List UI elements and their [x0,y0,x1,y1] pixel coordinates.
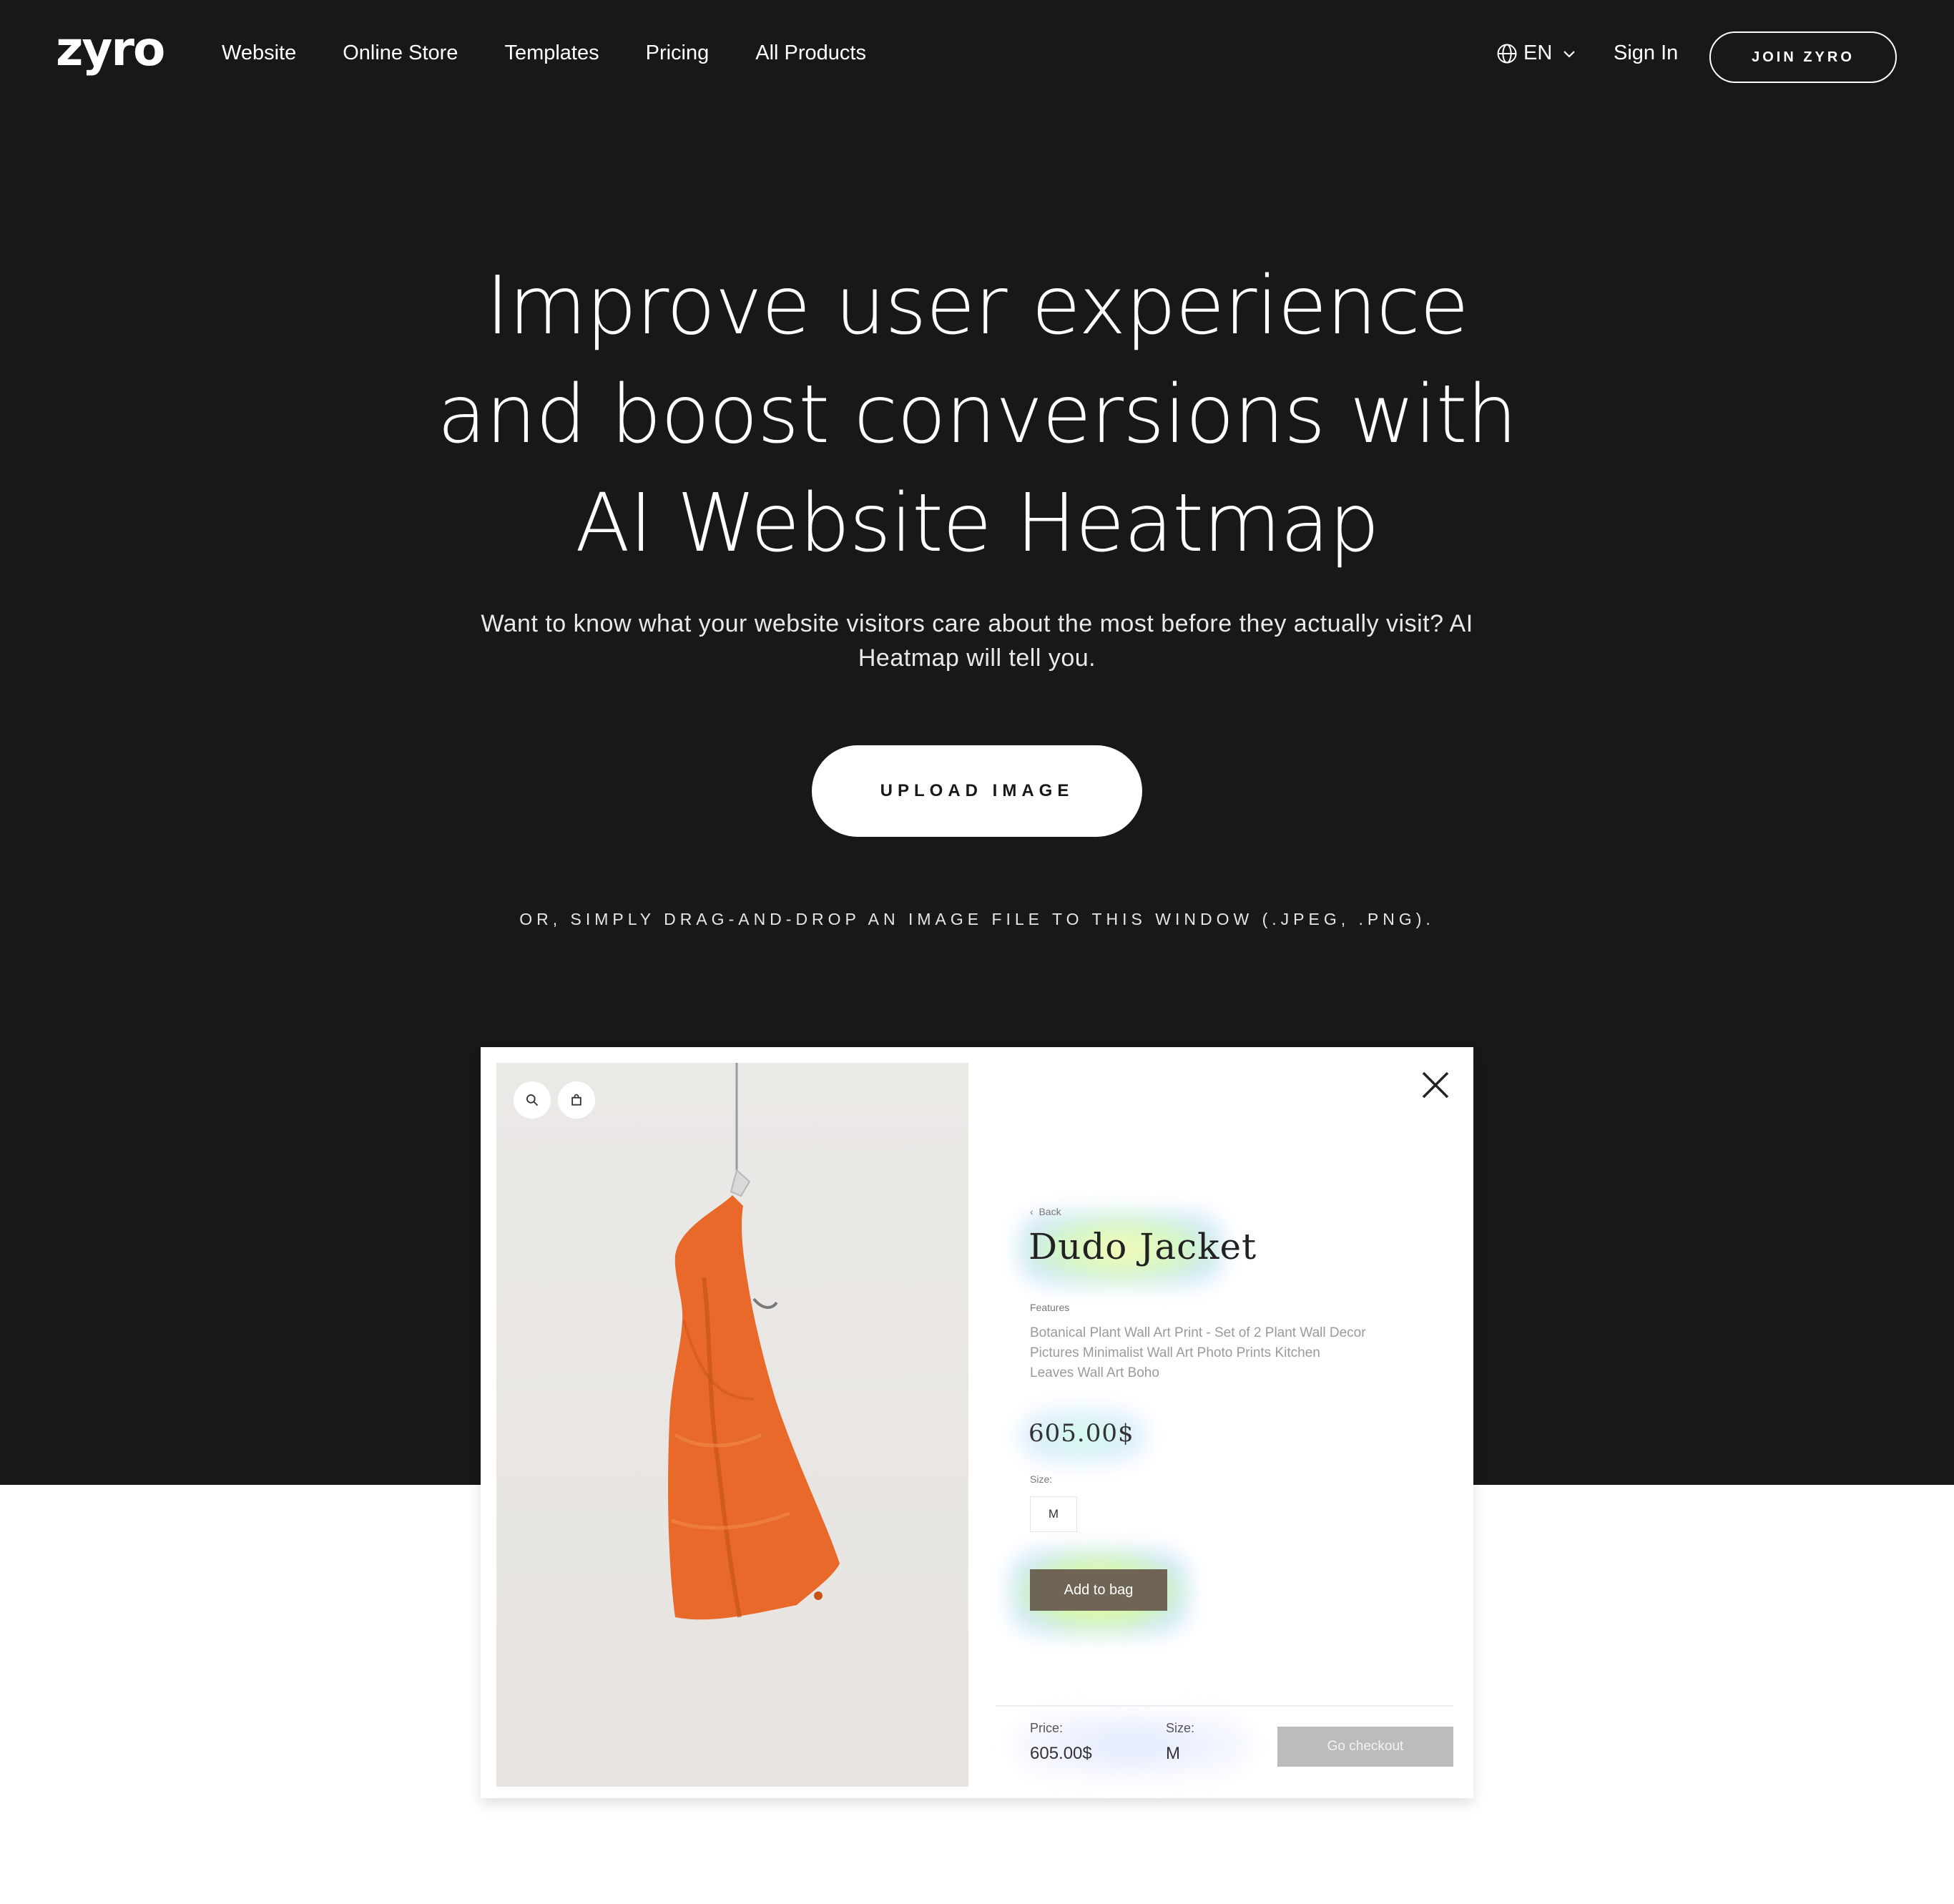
globe-icon [1497,44,1517,63]
language-selector[interactable]: EN [1496,41,1578,65]
sign-in-link[interactable]: Sign In [1614,41,1678,65]
product-price: 605.00$ [1028,1419,1134,1448]
go-checkout-button[interactable]: Go checkout [1277,1727,1453,1767]
footer-price-value: 605.00$ [1030,1744,1092,1763]
add-to-bag-button[interactable]: Add to bag [1030,1569,1167,1611]
orange-jacket-image [668,1063,840,1620]
nav-links: Website Online Store Templates Pricing A… [222,41,913,65]
nav-link-website[interactable]: Website [222,41,296,65]
hero-title-line-3: AI Website Heatmap [575,477,1380,570]
hero-title-line-1: Improve user experience [486,260,1469,353]
footer-divider [996,1705,1453,1707]
chevron-down-icon [1563,50,1576,58]
product-title: Dudo Jacket [1028,1226,1257,1267]
back-link[interactable]: ‹ Back [1030,1206,1061,1217]
size-label: Size: [1030,1473,1053,1485]
footer-size-label: Size: [1166,1721,1195,1735]
nav-link-all-products[interactable]: All Products [755,41,866,65]
close-icon[interactable] [1418,1067,1453,1103]
nav-link-pricing[interactable]: Pricing [646,41,710,65]
upload-image-button[interactable]: UPLOAD IMAGE [812,745,1142,837]
top-navigation: zyro Website Online Store Templates Pric… [0,0,1954,113]
drag-drop-hint: OR, SIMPLY DRAG-AND-DROP AN IMAGE FILE T… [519,910,1435,928]
hero-subtitle: Want to know what your website visitors … [481,610,1473,672]
zyro-logo[interactable]: zyro [56,21,165,77]
features-text: Botanical Plant Wall Art Print - Set of … [1030,1325,1366,1380]
nav-link-online-store[interactable]: Online Store [343,41,458,65]
language-code: EN [1523,41,1553,64]
hero-title: Improve user experience and boost conver… [405,252,1549,578]
footer-size-value: M [1166,1744,1180,1763]
back-label: Back [1039,1206,1061,1217]
back-chevron-icon: ‹ [1030,1206,1039,1217]
join-zyro-button[interactable]: JOIN ZYRO [1709,31,1897,83]
nav-link-templates[interactable]: Templates [504,41,599,65]
features-label: Features [1030,1302,1070,1313]
hero-title-line-2: and boost conversions with [437,368,1517,461]
size-option[interactable]: M [1030,1496,1077,1532]
heatmap-preview-card: ‹ Back Dudo Jacket Features Botanical Pl… [481,1047,1473,1798]
product-photo [496,1063,968,1787]
footer-price-label: Price: [1030,1721,1064,1735]
